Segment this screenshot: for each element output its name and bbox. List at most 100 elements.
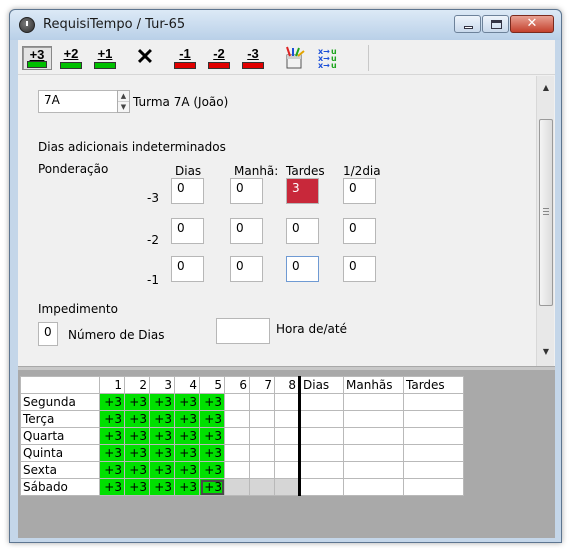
slot-cell[interactable]	[224, 444, 250, 462]
weight-field[interactable]: 0	[343, 178, 376, 204]
plus1-button[interactable]: +1	[90, 46, 120, 70]
spin-up-icon[interactable]: ▲	[118, 91, 129, 102]
weight-field[interactable]: 0	[171, 256, 204, 282]
slot-cell[interactable]: +3	[149, 393, 175, 411]
weight-field[interactable]: 0	[171, 178, 204, 204]
app-icon[interactable]	[19, 17, 35, 33]
slot-cell[interactable]: +3	[124, 444, 150, 462]
slot-cell[interactable]: +3	[199, 393, 225, 411]
slot-cell[interactable]	[274, 410, 300, 428]
weight-field[interactable]: 0	[230, 256, 263, 282]
slot-cell[interactable]	[249, 427, 275, 445]
slot-cell[interactable]	[249, 393, 275, 411]
slot-cell[interactable]: +3	[174, 461, 200, 479]
slot-cell[interactable]: +3	[99, 461, 125, 479]
slot-cell[interactable]: +3	[124, 427, 150, 445]
slot-cell[interactable]: +3	[149, 410, 175, 428]
plus3-button[interactable]: +3	[22, 46, 52, 70]
slot-header[interactable]: 2	[124, 376, 150, 394]
minus3-button[interactable]: -3	[238, 46, 268, 70]
xyuv-button[interactable]: x→ u x→ u x→ u	[312, 46, 342, 70]
weight-field[interactable]: 0	[230, 178, 263, 204]
weight-field[interactable]: 0	[171, 218, 204, 244]
slot-header[interactable]: 7	[249, 376, 275, 394]
weight-field-highlighted[interactable]: 3	[286, 178, 319, 204]
slot-cell[interactable]	[224, 427, 250, 445]
slot-cell[interactable]	[274, 444, 300, 462]
slot-cell[interactable]: +3	[124, 393, 150, 411]
weight-field[interactable]: 0	[343, 256, 376, 282]
slot-cell[interactable]	[224, 410, 250, 428]
numero-dias-field[interactable]: 0	[38, 322, 58, 346]
minimize-button[interactable]	[454, 15, 481, 33]
slot-cell[interactable]	[249, 410, 275, 428]
turma-spinner[interactable]: ▲ ▼	[117, 90, 130, 113]
title-bar[interactable]: RequisiTempo / Tur-65 ✕	[10, 10, 561, 40]
slot-cell[interactable]: +3	[199, 461, 225, 479]
minus2-button[interactable]: -2	[204, 46, 234, 70]
summary-cell	[298, 461, 344, 479]
slot-cell[interactable]	[249, 461, 275, 479]
weight-field[interactable]: 0	[286, 218, 319, 244]
slot-cell[interactable]	[249, 444, 275, 462]
slot-header[interactable]: 1	[99, 376, 125, 394]
turma-code-field[interactable]: 7A	[38, 90, 118, 113]
scroll-down-icon[interactable]: ▼	[537, 344, 555, 360]
slot-cell[interactable]: +3	[149, 461, 175, 479]
plus2-button[interactable]: +2	[56, 46, 86, 70]
slot-cell[interactable]: +3	[99, 478, 125, 496]
weight-field[interactable]: 0	[230, 218, 263, 244]
day-label[interactable]: Segunda	[20, 393, 100, 411]
slot-header[interactable]: 6	[224, 376, 250, 394]
slot-cell[interactable]	[274, 427, 300, 445]
slot-header[interactable]: 8	[274, 376, 300, 394]
slot-cell[interactable]: +3	[199, 427, 225, 445]
slot-cell[interactable]: +3	[99, 410, 125, 428]
slot-cell[interactable]	[249, 478, 275, 496]
slot-cell[interactable]: +3	[149, 427, 175, 445]
close-button[interactable]: ✕	[510, 15, 554, 33]
slot-cell[interactable]	[274, 478, 300, 496]
slot-cell[interactable]: +3	[99, 427, 125, 445]
paint-button[interactable]	[280, 46, 310, 70]
clear-button[interactable]: ✕	[130, 46, 160, 70]
spin-down-icon[interactable]: ▼	[118, 102, 129, 113]
slot-cell[interactable]: +3	[149, 478, 175, 496]
slot-cell[interactable]: +3	[174, 444, 200, 462]
slot-cell[interactable]: +3	[99, 393, 125, 411]
slot-cell[interactable]: +3	[124, 478, 150, 496]
slot-cell[interactable]	[224, 478, 250, 496]
scroll-up-icon[interactable]: ▲	[537, 80, 555, 96]
vertical-scrollbar[interactable]: ▲ ▼	[536, 76, 554, 366]
slot-cell[interactable]: +3	[174, 393, 200, 411]
day-label[interactable]: Quinta	[20, 444, 100, 462]
scroll-thumb[interactable]	[539, 119, 553, 306]
slot-cell[interactable]: +3	[99, 444, 125, 462]
maximize-button[interactable]	[482, 15, 509, 33]
day-label[interactable]: Sábado	[20, 478, 100, 496]
slot-cell[interactable]: +3	[174, 427, 200, 445]
slot-cell[interactable]: +3	[199, 478, 225, 496]
weight-field[interactable]: 0	[343, 218, 376, 244]
slot-cell[interactable]	[274, 461, 300, 479]
hora-field[interactable]	[216, 318, 270, 344]
slot-cell[interactable]	[274, 393, 300, 411]
slot-cell[interactable]: +3	[124, 461, 150, 479]
slot-header[interactable]: 4	[174, 376, 200, 394]
slot-cell[interactable]: +3	[199, 410, 225, 428]
slot-cell[interactable]	[224, 461, 250, 479]
slot-cell[interactable]: +3	[124, 410, 150, 428]
weight-field-focused[interactable]: 0	[286, 256, 319, 282]
slot-cell[interactable]	[224, 393, 250, 411]
slot-cell[interactable]: +3	[149, 444, 175, 462]
day-label[interactable]: Quarta	[20, 427, 100, 445]
slot-header[interactable]: 3	[149, 376, 175, 394]
client-area: +3 +2 +1 ✕ -1 -2 -3 x→ u x→ u x→ u 7A ▲ …	[18, 40, 555, 538]
slot-cell[interactable]: +3	[199, 444, 225, 462]
minus1-button[interactable]: -1	[170, 46, 200, 70]
slot-cell[interactable]: +3	[174, 410, 200, 428]
slot-cell[interactable]: +3	[174, 478, 200, 496]
slot-header[interactable]: 5	[199, 376, 225, 394]
day-label[interactable]: Terça	[20, 410, 100, 428]
day-label[interactable]: Sexta	[20, 461, 100, 479]
